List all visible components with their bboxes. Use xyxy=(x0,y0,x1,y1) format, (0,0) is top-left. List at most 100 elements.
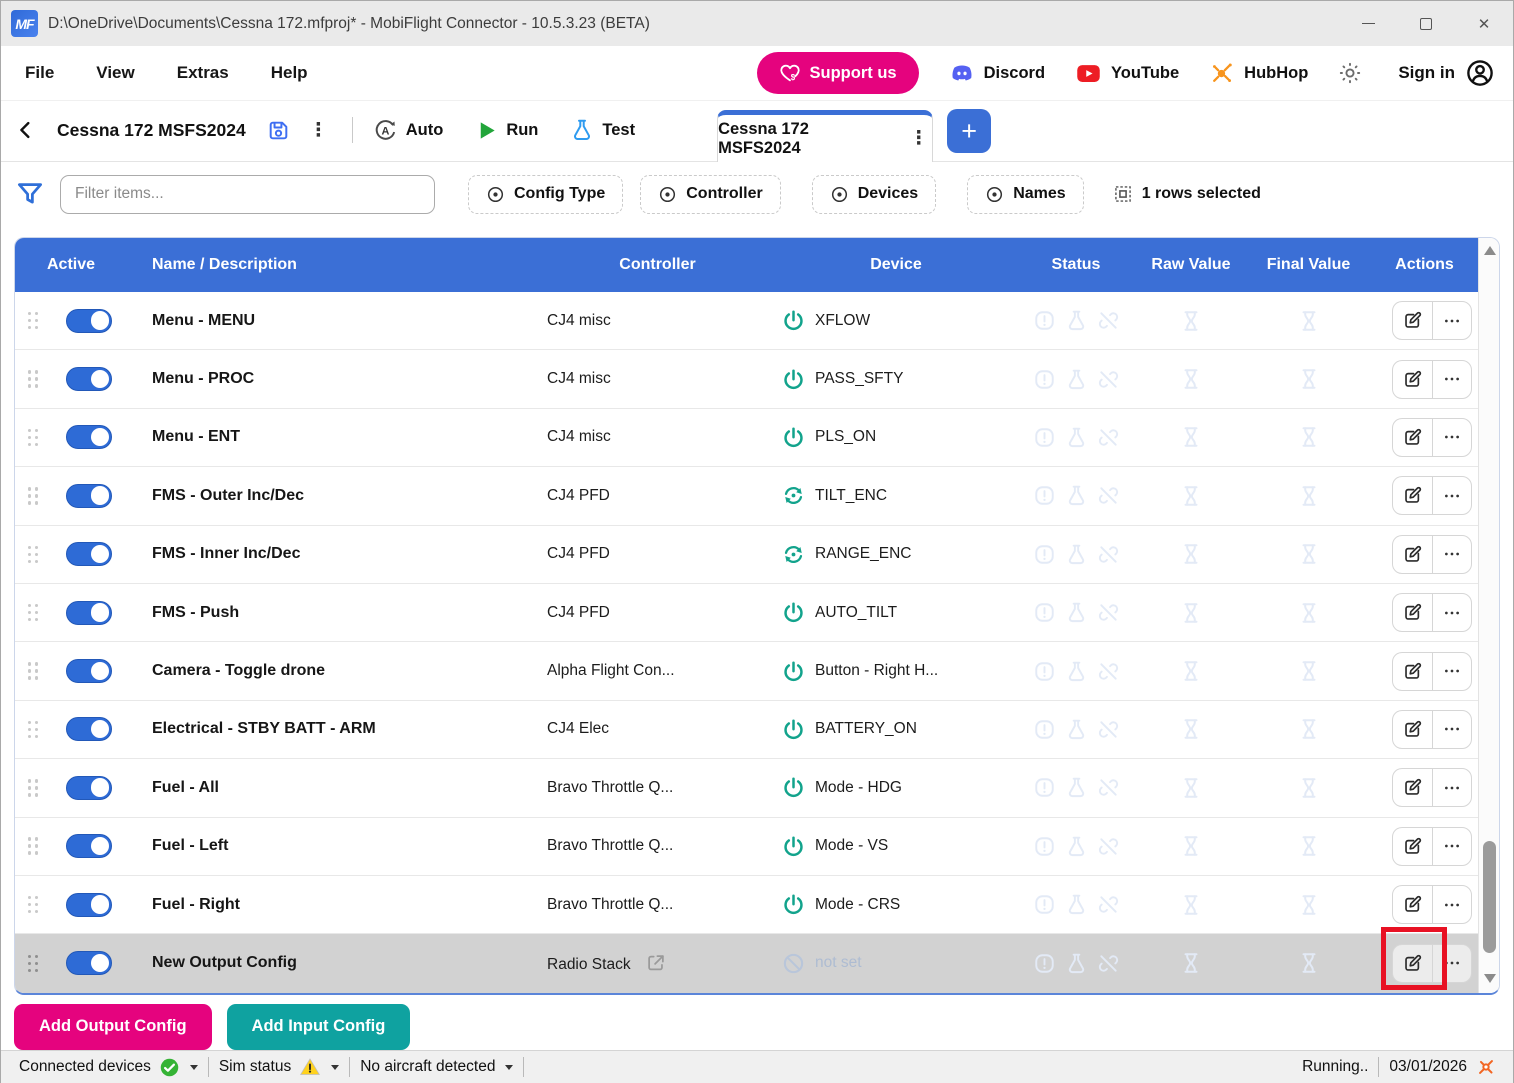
more-actions-button[interactable] xyxy=(1432,477,1471,514)
more-actions-button[interactable] xyxy=(1432,419,1471,456)
edit-button[interactable] xyxy=(1393,769,1432,806)
vertical-scrollbar[interactable] xyxy=(1478,238,1500,993)
add-output-config-button[interactable]: Add Output Config xyxy=(14,1004,212,1050)
col-controller[interactable]: Controller xyxy=(539,256,776,274)
run-button[interactable]: Run xyxy=(475,119,538,142)
active-toggle[interactable] xyxy=(66,601,112,625)
auto-button[interactable]: A Auto xyxy=(373,118,444,143)
edit-button[interactable] xyxy=(1393,536,1432,573)
drag-handle-icon[interactable] xyxy=(15,546,51,564)
drag-handle-icon[interactable] xyxy=(15,721,51,739)
filter-items-input[interactable] xyxy=(60,175,435,214)
table-row[interactable]: FMS - Outer Inc/Dec CJ4 PFD TIL xyxy=(15,467,1478,525)
active-toggle[interactable] xyxy=(66,484,112,508)
drag-handle-icon[interactable] xyxy=(15,779,51,797)
sign-in-button[interactable]: Sign in xyxy=(1398,58,1495,88)
drag-handle-icon[interactable] xyxy=(15,955,51,973)
table-row[interactable]: Fuel - Left Bravo Throttle Q... Mode - V… xyxy=(15,818,1478,876)
col-actions[interactable]: Actions xyxy=(1371,256,1478,274)
col-name-description[interactable]: Name / Description xyxy=(127,256,539,274)
active-toggle[interactable] xyxy=(66,893,112,917)
drag-handle-icon[interactable] xyxy=(15,662,51,680)
edit-button[interactable] xyxy=(1393,711,1432,748)
col-status[interactable]: Status xyxy=(1016,256,1136,274)
drag-handle-icon[interactable] xyxy=(15,429,51,447)
add-input-config-button[interactable]: Add Input Config xyxy=(227,1004,411,1050)
support-us-button[interactable]: $ Support us xyxy=(757,52,919,94)
scrollbar-thumb[interactable] xyxy=(1483,841,1496,953)
scroll-up-icon[interactable] xyxy=(1479,246,1500,255)
table-row[interactable]: Menu - ENT CJ4 misc PLS_ON xyxy=(15,409,1478,467)
more-actions-button[interactable] xyxy=(1432,828,1471,865)
filter-pill-devices[interactable]: Devices xyxy=(812,175,937,214)
active-toggle[interactable] xyxy=(66,367,112,391)
filter-pill-names[interactable]: Names xyxy=(967,175,1083,214)
maximize-button[interactable] xyxy=(1397,1,1455,46)
more-actions-button[interactable] xyxy=(1432,536,1471,573)
save-icon[interactable] xyxy=(266,118,291,143)
minimize-button[interactable] xyxy=(1339,1,1397,46)
menu-file[interactable]: File xyxy=(25,63,54,83)
table-row[interactable]: New Output Config Radio Stack xyxy=(15,934,1478,992)
active-toggle[interactable] xyxy=(66,776,112,800)
edit-button[interactable] xyxy=(1393,477,1432,514)
active-toggle[interactable] xyxy=(66,542,112,566)
table-row[interactable]: Electrical - STBY BATT - ARM CJ4 Elec BA… xyxy=(15,701,1478,759)
table-row[interactable]: FMS - Inner Inc/Dec CJ4 PFD RAN xyxy=(15,526,1478,584)
active-toggle[interactable] xyxy=(66,309,112,333)
filter-pill-controller[interactable]: Controller xyxy=(640,175,780,214)
menu-view[interactable]: View xyxy=(96,63,134,83)
drag-handle-icon[interactable] xyxy=(15,487,51,505)
more-actions-button[interactable] xyxy=(1432,594,1471,631)
active-toggle[interactable] xyxy=(66,659,112,683)
edit-button[interactable] xyxy=(1393,945,1432,982)
sim-status[interactable]: Sim status xyxy=(209,1056,349,1078)
table-row[interactable]: FMS - Push CJ4 PFD AUTO_TILT xyxy=(15,584,1478,642)
connected-devices-status[interactable]: Connected devices xyxy=(9,1057,208,1078)
theme-sun-icon[interactable] xyxy=(1338,61,1362,85)
back-chevron-icon[interactable] xyxy=(15,119,37,141)
drag-handle-icon[interactable] xyxy=(15,837,51,855)
tab-cessna-172-msfs2024[interactable]: Cessna 172 MSFS2024 ⋮ xyxy=(717,110,933,162)
more-actions-button[interactable] xyxy=(1432,945,1471,982)
table-row[interactable]: Menu - MENU CJ4 misc XFLOW xyxy=(15,292,1478,350)
active-toggle[interactable] xyxy=(66,834,112,858)
more-actions-button[interactable] xyxy=(1432,653,1471,690)
edit-button[interactable] xyxy=(1393,886,1432,923)
project-menu-kebab-icon[interactable]: ⋮ xyxy=(305,119,332,142)
filter-pill-config-type[interactable]: Config Type xyxy=(468,175,623,214)
active-toggle[interactable] xyxy=(66,717,112,741)
edit-button[interactable] xyxy=(1393,302,1432,339)
drag-handle-icon[interactable] xyxy=(15,896,51,914)
menu-extras[interactable]: Extras xyxy=(177,63,229,83)
add-tab-button[interactable]: + xyxy=(947,109,991,153)
col-raw-value[interactable]: Raw Value xyxy=(1136,256,1246,274)
discord-link[interactable]: Discord xyxy=(949,60,1045,86)
more-actions-button[interactable] xyxy=(1432,711,1471,748)
scroll-down-icon[interactable] xyxy=(1479,974,1500,983)
tab-menu-kebab-icon[interactable]: ⋮ xyxy=(905,127,932,150)
col-final-value[interactable]: Final Value xyxy=(1246,256,1371,274)
table-row[interactable]: Fuel - Right Bravo Throttle Q... Mode - … xyxy=(15,876,1478,934)
drag-handle-icon[interactable] xyxy=(15,312,51,330)
active-toggle[interactable] xyxy=(66,425,112,449)
aircraft-status[interactable]: No aircraft detected xyxy=(350,1058,523,1076)
drag-handle-icon[interactable] xyxy=(15,370,51,388)
active-toggle[interactable] xyxy=(66,951,112,975)
edit-button[interactable] xyxy=(1393,361,1432,398)
col-active[interactable]: Active xyxy=(15,256,127,274)
edit-button[interactable] xyxy=(1393,828,1432,865)
edit-button[interactable] xyxy=(1393,653,1432,690)
test-button[interactable]: Test xyxy=(570,118,635,142)
more-actions-button[interactable] xyxy=(1432,886,1471,923)
table-row[interactable]: Camera - Toggle drone Alpha Flight Con..… xyxy=(15,642,1478,700)
table-row[interactable]: Fuel - All Bravo Throttle Q... Mode - HD… xyxy=(15,759,1478,817)
hubhop-link[interactable]: HubHop xyxy=(1209,60,1308,86)
external-link-icon[interactable] xyxy=(645,952,667,974)
more-actions-button[interactable] xyxy=(1432,769,1471,806)
youtube-link[interactable]: YouTube xyxy=(1075,60,1179,87)
menu-help[interactable]: Help xyxy=(271,63,308,83)
drag-handle-icon[interactable] xyxy=(15,604,51,622)
close-button[interactable]: ✕ xyxy=(1455,1,1513,46)
more-actions-button[interactable] xyxy=(1432,302,1471,339)
